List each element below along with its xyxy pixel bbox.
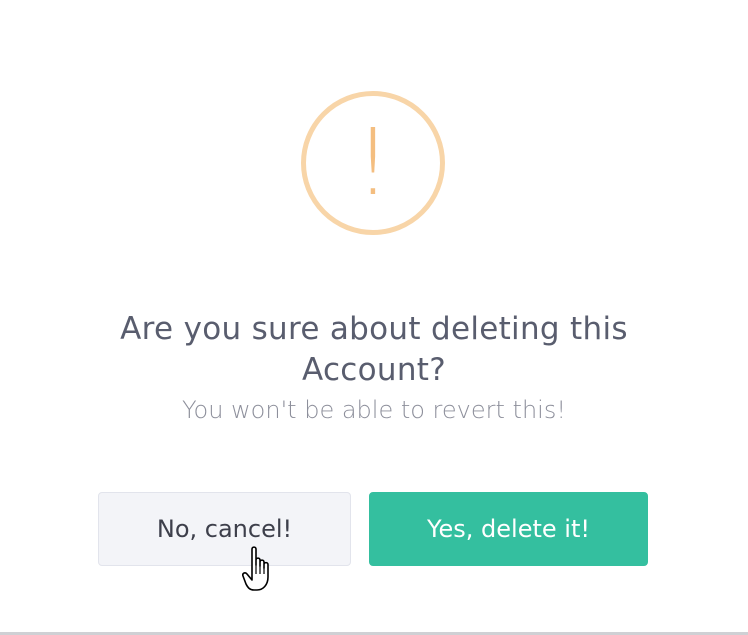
cancel-button-label: No, cancel! bbox=[156, 515, 293, 543]
exclamation-glyph: ! bbox=[354, 109, 392, 216]
confirm-delete-dialog: ! Are you sure about deleting this Accou… bbox=[0, 0, 748, 635]
confirm-delete-button[interactable]: Yes, delete it! bbox=[369, 492, 648, 566]
dialog-message: You won't be able to revert this! bbox=[182, 396, 566, 424]
dialog-title: Are you sure about deleting this Account… bbox=[120, 310, 628, 388]
cancel-button[interactable]: No, cancel! bbox=[98, 492, 351, 566]
confirm-delete-button-label: Yes, delete it! bbox=[427, 515, 590, 543]
warning-icon: ! bbox=[301, 91, 445, 235]
